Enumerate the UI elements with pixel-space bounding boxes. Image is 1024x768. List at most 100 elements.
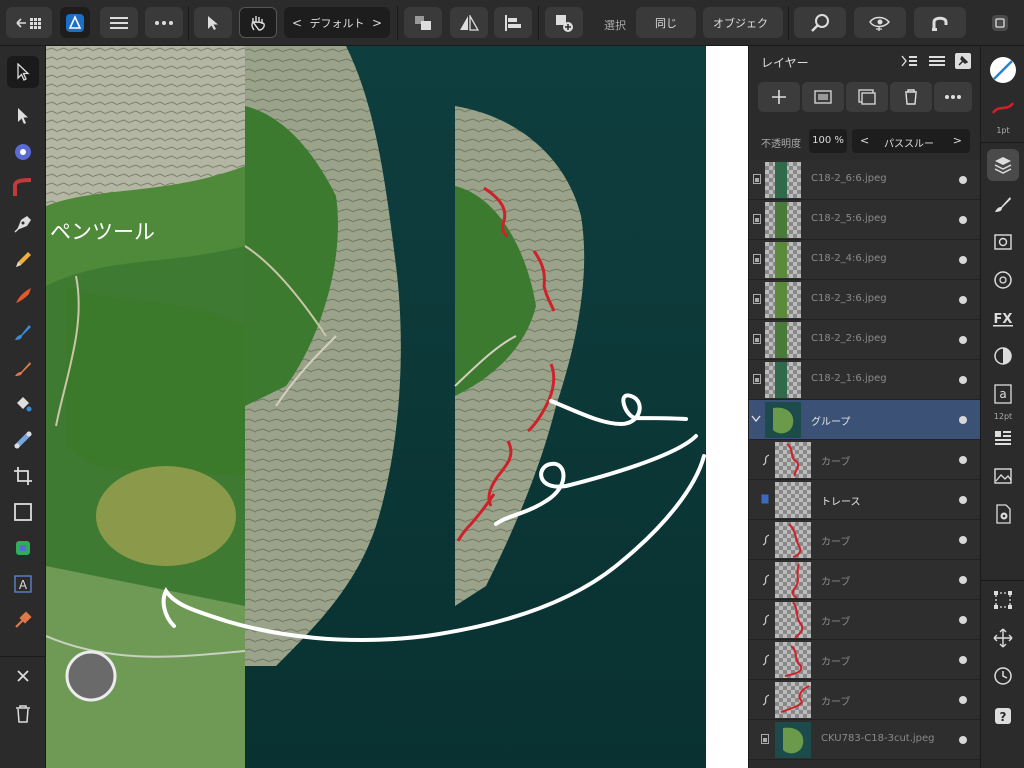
collapse-panel-icon[interactable] [901, 55, 917, 67]
transform-studio-button[interactable] [987, 584, 1019, 616]
transparency-studio-button[interactable] [987, 340, 1019, 372]
navigator-studio-button[interactable] [987, 622, 1019, 654]
visibility-dot[interactable] [959, 256, 967, 264]
layer-row[interactable]: カーブ [749, 600, 981, 640]
fill-tool[interactable] [7, 316, 39, 348]
insert-button[interactable] [545, 7, 583, 38]
style-next-arrow[interactable]: > [372, 16, 382, 30]
history-studio-button[interactable] [987, 660, 1019, 692]
panel-menu-icon[interactable] [929, 55, 945, 67]
more-button[interactable] [145, 7, 183, 38]
visibility-dot[interactable] [959, 336, 967, 344]
visibility-dot[interactable] [959, 456, 967, 464]
document-settings-button[interactable] [987, 498, 1019, 530]
visibility-dot[interactable] [959, 296, 967, 304]
visibility-dot[interactable] [959, 176, 967, 184]
visibility-dot[interactable] [959, 576, 967, 584]
character-studio-button[interactable]: a [987, 378, 1019, 410]
corner-tool[interactable] [7, 172, 39, 204]
visibility-dot[interactable] [959, 376, 967, 384]
assets-studio-button[interactable] [987, 460, 1019, 492]
layer-row[interactable]: C18-2_5:6.jpeg [749, 200, 981, 240]
layer-more-button[interactable] [934, 82, 972, 112]
layer-row[interactable]: カーブ [749, 440, 981, 480]
pin-icon[interactable] [955, 53, 971, 69]
transparency-tool[interactable] [7, 424, 39, 456]
view-zoom-button[interactable] [794, 7, 846, 38]
layer-row[interactable]: C18-2_2:6.jpeg [749, 320, 981, 360]
brushes-studio-button[interactable] [987, 188, 1019, 220]
command-controller-button[interactable] [65, 650, 117, 702]
layer-row[interactable]: トレース [749, 480, 981, 520]
hand-tool-button[interactable] [239, 7, 277, 38]
blend-next-arrow[interactable]: > [953, 134, 962, 147]
text-tool[interactable]: A [7, 568, 39, 600]
visibility-dot[interactable] [959, 216, 967, 224]
visibility-dot[interactable] [959, 616, 967, 624]
appearance-studio-button[interactable] [987, 264, 1019, 296]
crop-tool[interactable] [7, 460, 39, 492]
style-picker[interactable]: < デフォルト > [284, 7, 390, 38]
assistant-button[interactable] [985, 7, 1015, 38]
point-transform-tool[interactable] [7, 136, 39, 168]
move-tool[interactable] [7, 56, 39, 88]
effects-studio-button[interactable]: FX [987, 302, 1019, 334]
visibility-dot[interactable] [959, 656, 967, 664]
pen-tool[interactable] [7, 208, 39, 240]
document-menu-button[interactable] [100, 7, 138, 38]
color-fill-tool[interactable] [7, 388, 39, 420]
layer-row[interactable]: カーブ [749, 680, 981, 720]
select-same-button[interactable]: 同じ [636, 7, 696, 38]
layer-row[interactable]: C18-2_6:6.jpeg [749, 160, 981, 200]
back-to-gallery-button[interactable] [6, 7, 52, 38]
node-tool[interactable] [7, 100, 39, 132]
pencil-tool[interactable] [7, 244, 39, 276]
flip-button[interactable] [450, 7, 488, 38]
designer-persona-button[interactable] [60, 7, 90, 38]
layer-row-group[interactable]: グループ [749, 400, 981, 440]
delete-button[interactable] [7, 698, 39, 730]
adjustment-button[interactable] [846, 82, 888, 112]
shape-tool[interactable] [7, 532, 39, 564]
document-canvas[interactable]: ペンツール [46, 46, 706, 768]
layer-row[interactable]: カーブ [749, 520, 981, 560]
layer-row[interactable]: カーブ [749, 560, 981, 600]
view-mode-button[interactable] [854, 7, 906, 38]
blend-mode-picker[interactable]: < パススルー > [852, 129, 970, 153]
opacity-field[interactable]: 100 % [809, 129, 847, 153]
layer-row[interactable]: C18-2_4:6.jpeg [749, 240, 981, 280]
align-button[interactable] [494, 7, 532, 38]
blend-prev-arrow[interactable]: < [860, 134, 869, 147]
mask-layer-button[interactable] [802, 82, 844, 112]
paint-brush-tool[interactable] [7, 352, 39, 384]
help-button[interactable]: ? [987, 700, 1019, 732]
visibility-dot[interactable] [959, 416, 967, 424]
layer-row[interactable]: CKU783-C18-3cut.jpeg [749, 720, 981, 760]
style-prev-arrow[interactable]: < [292, 16, 302, 30]
layer-row[interactable]: C18-2_1:6.jpeg [749, 360, 981, 400]
layer-row[interactable]: C18-2_3:6.jpeg [749, 280, 981, 320]
rectangle-tool[interactable] [7, 496, 39, 528]
color-swatch-button[interactable] [987, 54, 1019, 86]
visibility-dot[interactable] [959, 736, 967, 744]
snapping-button[interactable] [914, 7, 966, 38]
chevron-down-icon[interactable] [751, 415, 761, 423]
layer-row[interactable]: カーブ [749, 640, 981, 680]
paragraph-studio-button[interactable] [987, 422, 1019, 454]
stroke-button[interactable] [987, 92, 1019, 124]
stock-studio-button[interactable] [987, 226, 1019, 258]
visibility-dot[interactable] [959, 696, 967, 704]
cancel-button[interactable] [7, 660, 39, 692]
image-layer-icon [753, 214, 761, 224]
visibility-dot[interactable] [959, 536, 967, 544]
visibility-dot[interactable] [959, 496, 967, 504]
add-layer-button[interactable] [758, 82, 800, 112]
select-object-button[interactable]: オブジェク [703, 7, 783, 38]
move-tool-button[interactable] [194, 7, 232, 38]
vector-brush-tool[interactable] [7, 280, 39, 312]
delete-layer-button[interactable] [890, 82, 932, 112]
arrange-button[interactable] [404, 7, 442, 38]
layers-studio-button[interactable] [987, 149, 1019, 181]
color-picker-tool[interactable] [7, 604, 39, 636]
font-size-label: 12pt [993, 412, 1013, 421]
